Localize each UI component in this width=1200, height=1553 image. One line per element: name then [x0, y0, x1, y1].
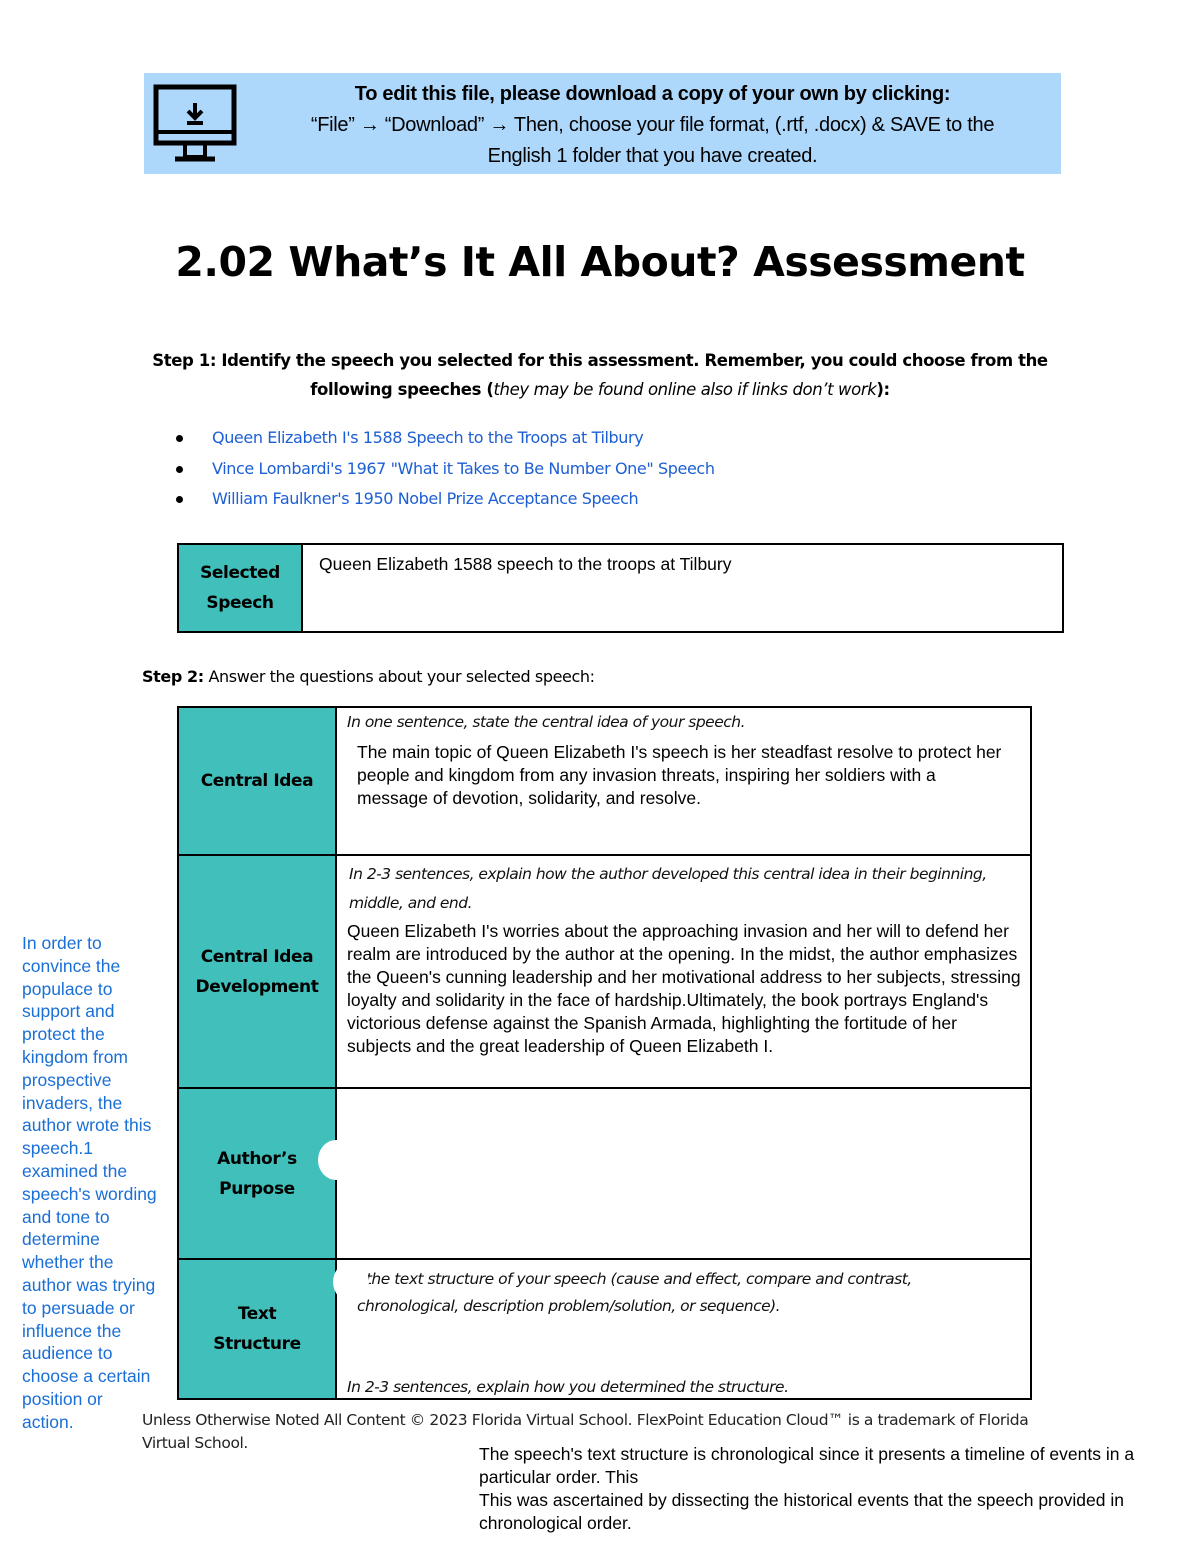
table-row-authors-purpose: Author’s Purpose — [177, 1087, 1032, 1260]
step-1-instructions: Step 1: Identify the speech you selected… — [130, 346, 1070, 404]
bullet-icon — [176, 465, 183, 473]
selected-speech-label-line-1: Selected — [200, 563, 280, 583]
side-note-authors-purpose[interactable]: In order to convince the populace to sup… — [22, 932, 157, 1434]
step-1-label: Step 1: — [152, 351, 217, 370]
table-row-text-structure: Text Structure , the text structure of y… — [177, 1258, 1032, 1400]
text-structure-label: Text Structure — [177, 1258, 337, 1400]
list-item: William Faulkner's 1950 Nobel Prize Acce… — [172, 484, 715, 515]
central-idea-cell[interactable]: In one sentence, state the central idea … — [335, 706, 1032, 856]
step-2-instructions: Step 2: Answer the questions about your … — [142, 667, 595, 686]
text-structure-answer-line-2: This was ascertained by dissecting the h… — [479, 1490, 1124, 1533]
authors-purpose-cell[interactable] — [335, 1087, 1032, 1260]
central-idea-label: Central Idea — [177, 706, 337, 856]
authors-purpose-label: Author’s Purpose — [177, 1087, 337, 1260]
label-text: Development — [195, 976, 319, 997]
bullet-icon — [176, 496, 183, 503]
scan-artifact — [333, 1262, 369, 1302]
speech-link-faulkner[interactable]: William Faulkner's 1950 Nobel Prize Acce… — [212, 489, 639, 508]
list-item: Vince Lombardi's 1967 "What it Takes to … — [172, 454, 715, 485]
selected-speech-label: Selected Speech — [179, 545, 303, 631]
speech-link-lombardi[interactable]: Vince Lombardi's 1967 "What it Takes to … — [212, 459, 715, 478]
selected-speech-label-line-2: Speech — [206, 593, 274, 613]
list-item: Queen Elizabeth I's 1588 Speech to the T… — [172, 423, 715, 454]
label-text: Text — [237, 1304, 277, 1324]
page-title: 2.02 What’s It All About? Assessment — [175, 238, 1025, 286]
bullet-icon — [176, 435, 183, 442]
speech-link-elizabeth[interactable]: Queen Elizabeth I's 1588 Speech to the T… — [212, 428, 644, 447]
central-idea-development-cell[interactable]: In 2-3 sentences, explain how the author… — [335, 854, 1032, 1089]
central-idea-development-label: Central Idea Development — [177, 854, 337, 1089]
table-row-central-idea-development: Central Idea Development In 2-3 sentence… — [177, 854, 1032, 1089]
banner-line-2: “File” → “Download” → Then, choose your … — [310, 114, 995, 136]
text-structure-answer-line-1: The speech's text structure is chronolog… — [479, 1444, 1135, 1487]
central-idea-development-prompt: In 2-3 sentences, explain how the author… — [349, 865, 987, 912]
text-structure-prompt: , the text structure of your speech (cau… — [357, 1270, 912, 1315]
authors-purpose-answer[interactable] — [337, 1089, 1030, 1258]
central-idea-prompt: In one sentence, state the central idea … — [347, 713, 746, 731]
desktop-download-icon — [153, 84, 237, 162]
label-text: Author’s — [217, 1148, 297, 1169]
banner-line-3: English 1 folder that you have created. — [487, 145, 818, 167]
step-2-label: Step 2: — [142, 667, 204, 686]
banner-line-1: To edit this file, please download a cop… — [354, 83, 951, 105]
step-1-italic-note: they may be found online also if links d… — [493, 380, 877, 399]
step-2-text: Answer the questions about your selected… — [203, 667, 595, 686]
speech-links-list: Queen Elizabeth I's 1588 Speech to the T… — [172, 423, 715, 515]
text-structure-cell[interactable]: , the text structure of your speech (cau… — [335, 1258, 1032, 1400]
questions-table: Central Idea In one sentence, state the … — [177, 706, 1032, 1400]
step-1-tail: ): — [876, 380, 890, 399]
label-text: Central Idea — [200, 946, 314, 967]
download-instructions-banner: To edit this file, please download a cop… — [144, 73, 1061, 174]
table-row-central-idea: Central Idea In one sentence, state the … — [177, 706, 1032, 856]
central-idea-answer[interactable]: The main topic of Queen Elizabeth I's sp… — [337, 731, 1030, 810]
scan-artifact — [318, 1140, 354, 1180]
selected-speech-table: Selected Speech Queen Elizabeth 1588 spe… — [177, 543, 1064, 633]
label-text: Purpose — [219, 1178, 295, 1199]
selected-speech-field[interactable]: Queen Elizabeth 1588 speech to the troop… — [303, 545, 1062, 631]
label-text: Central Idea — [200, 771, 314, 791]
label-text: Structure — [213, 1334, 301, 1354]
banner-text: To edit this file, please download a cop… — [244, 79, 1061, 172]
text-structure-answer[interactable]: The speech's text structure is chronolog… — [479, 1443, 1179, 1535]
central-idea-development-answer[interactable]: Queen Elizabeth I's worries about the ap… — [337, 918, 1030, 1058]
text-structure-prompt-2: In 2-3 sentences, explain how you determ… — [347, 1378, 789, 1396]
